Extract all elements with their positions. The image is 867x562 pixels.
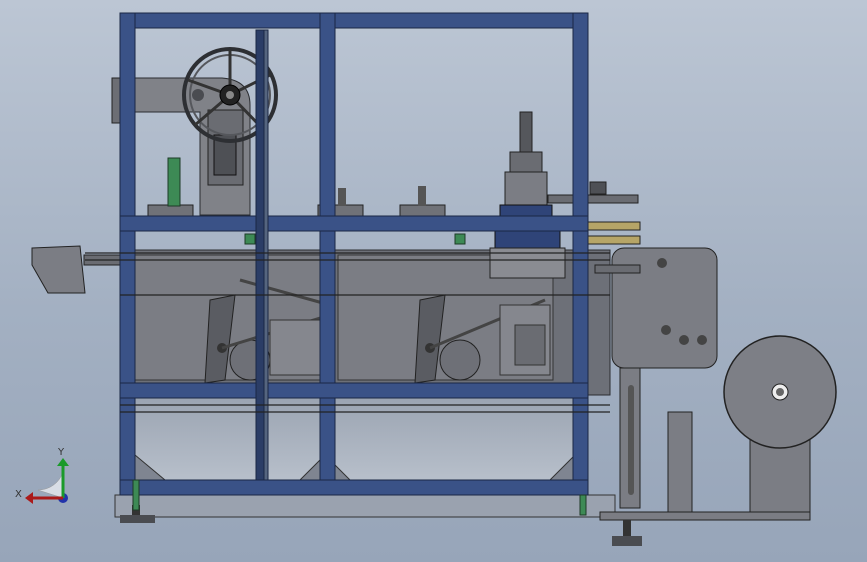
top-posts — [147, 157, 446, 218]
x-axis-label: X — [15, 489, 22, 500]
y-axis-label: Y — [57, 447, 65, 458]
cad-viewport[interactable]: Y X — [0, 0, 867, 562]
machine-front-view: Y X — [15, 12, 837, 546]
lower-hopper — [129, 394, 586, 486]
machine-base — [114, 494, 811, 546]
axis-triad: Y X — [15, 447, 69, 504]
